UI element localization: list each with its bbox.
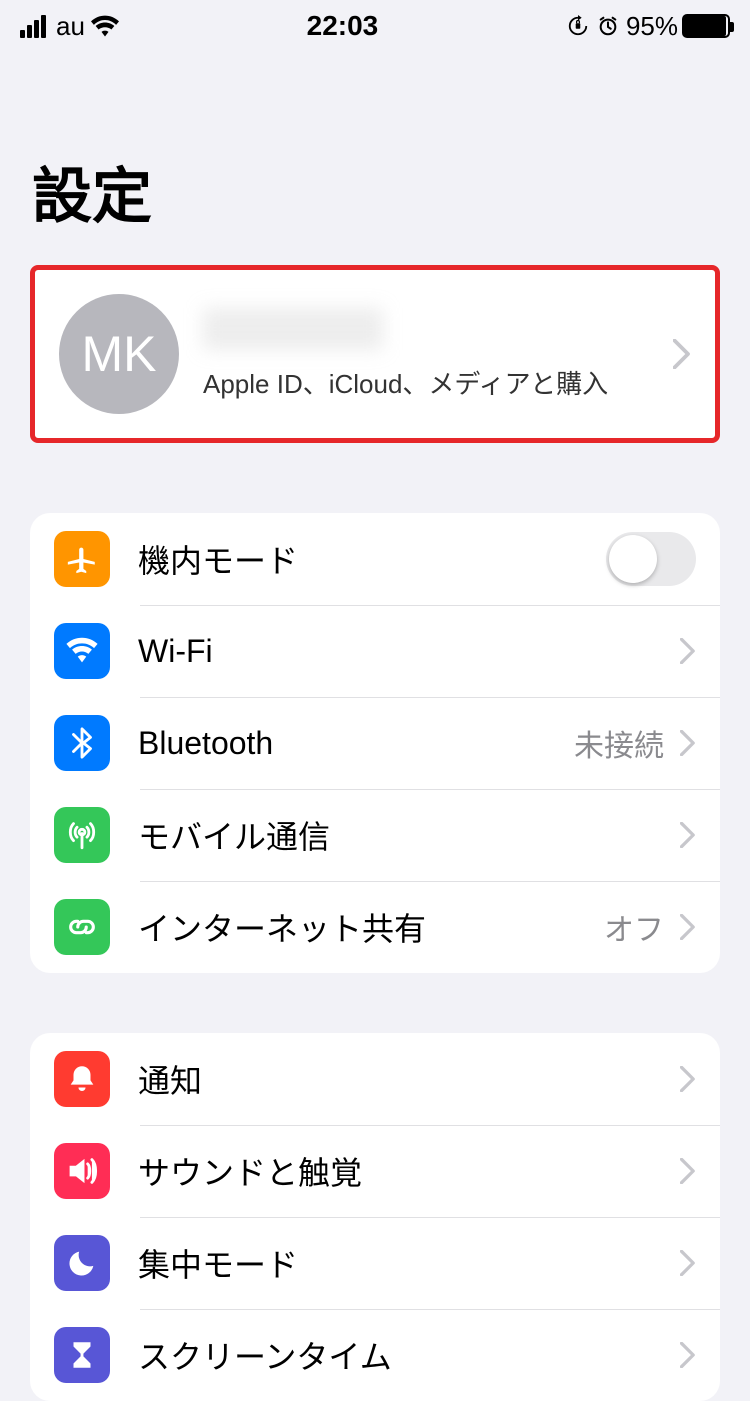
speaker-icon: [54, 1143, 110, 1199]
battery-icon: [682, 14, 730, 38]
screentime-label: スクリーンタイム: [138, 1332, 680, 1378]
moon-icon: [54, 1235, 110, 1291]
bluetooth-icon: [54, 715, 110, 771]
chevron-right-icon: [680, 914, 696, 940]
chevron-right-icon: [680, 1066, 696, 1092]
bell-icon: [54, 1051, 110, 1107]
carrier-label: au: [56, 11, 85, 42]
chevron-right-icon: [680, 822, 696, 848]
wifi-label: Wi-Fi: [138, 633, 680, 670]
mobile-data-label: モバイル通信: [138, 812, 680, 858]
sounds-row[interactable]: サウンドと触覚: [30, 1125, 720, 1217]
chevron-right-icon: [680, 1342, 696, 1368]
wifi-row-icon: [54, 623, 110, 679]
chevron-right-icon: [673, 339, 691, 369]
airplane-mode-label: 機内モード: [138, 536, 606, 582]
wifi-icon: [91, 15, 119, 37]
hotspot-value: オフ: [604, 905, 664, 949]
sounds-label: サウンドと触覚: [138, 1148, 680, 1194]
bluetooth-label: Bluetooth: [138, 725, 574, 762]
airplane-mode-switch[interactable]: [606, 532, 696, 586]
hotspot-row[interactable]: インターネット共有 オフ: [30, 881, 720, 973]
chevron-right-icon: [680, 638, 696, 664]
orientation-lock-icon: [566, 14, 590, 38]
bluetooth-value: 未接続: [574, 721, 664, 765]
apple-id-row[interactable]: MK Apple ID、iCloud、メディアと購入: [35, 270, 715, 438]
screentime-row[interactable]: スクリーンタイム: [30, 1309, 720, 1401]
page-title: 設定: [0, 48, 750, 265]
wifi-row[interactable]: Wi-Fi: [30, 605, 720, 697]
status-bar: au 22:03 95%: [0, 0, 750, 48]
battery-percent: 95%: [626, 11, 678, 42]
focus-row[interactable]: 集中モード: [30, 1217, 720, 1309]
profile-group: MK Apple ID、iCloud、メディアと購入: [30, 265, 720, 443]
link-icon: [54, 899, 110, 955]
chevron-right-icon: [680, 1250, 696, 1276]
bluetooth-row[interactable]: Bluetooth 未接続: [30, 697, 720, 789]
airplane-mode-row[interactable]: 機内モード: [30, 513, 720, 605]
profile-subtitle: Apple ID、iCloud、メディアと購入: [203, 364, 649, 401]
chevron-right-icon: [680, 1158, 696, 1184]
hourglass-icon: [54, 1327, 110, 1383]
general-group: 通知 サウンドと触覚 集中モード スクリーンタイム: [30, 1033, 720, 1401]
signal-icon: [20, 15, 46, 38]
mobile-data-row[interactable]: モバイル通信: [30, 789, 720, 881]
battery-indicator: 95%: [626, 11, 730, 42]
notifications-label: 通知: [138, 1056, 680, 1102]
airplane-icon: [54, 531, 110, 587]
focus-label: 集中モード: [138, 1240, 680, 1286]
alarm-icon: [596, 14, 620, 38]
profile-text: Apple ID、iCloud、メディアと購入: [203, 308, 649, 401]
connectivity-group: 機内モード Wi-Fi Bluetooth 未接続 モバイル通信 インターネット…: [30, 513, 720, 973]
avatar: MK: [59, 294, 179, 414]
antenna-icon: [54, 807, 110, 863]
clock: 22:03: [307, 10, 379, 42]
chevron-right-icon: [680, 730, 696, 756]
notifications-row[interactable]: 通知: [30, 1033, 720, 1125]
profile-name-redacted: [203, 308, 383, 350]
hotspot-label: インターネット共有: [138, 904, 604, 950]
status-right: 95%: [566, 11, 730, 42]
status-left: au: [20, 11, 119, 42]
